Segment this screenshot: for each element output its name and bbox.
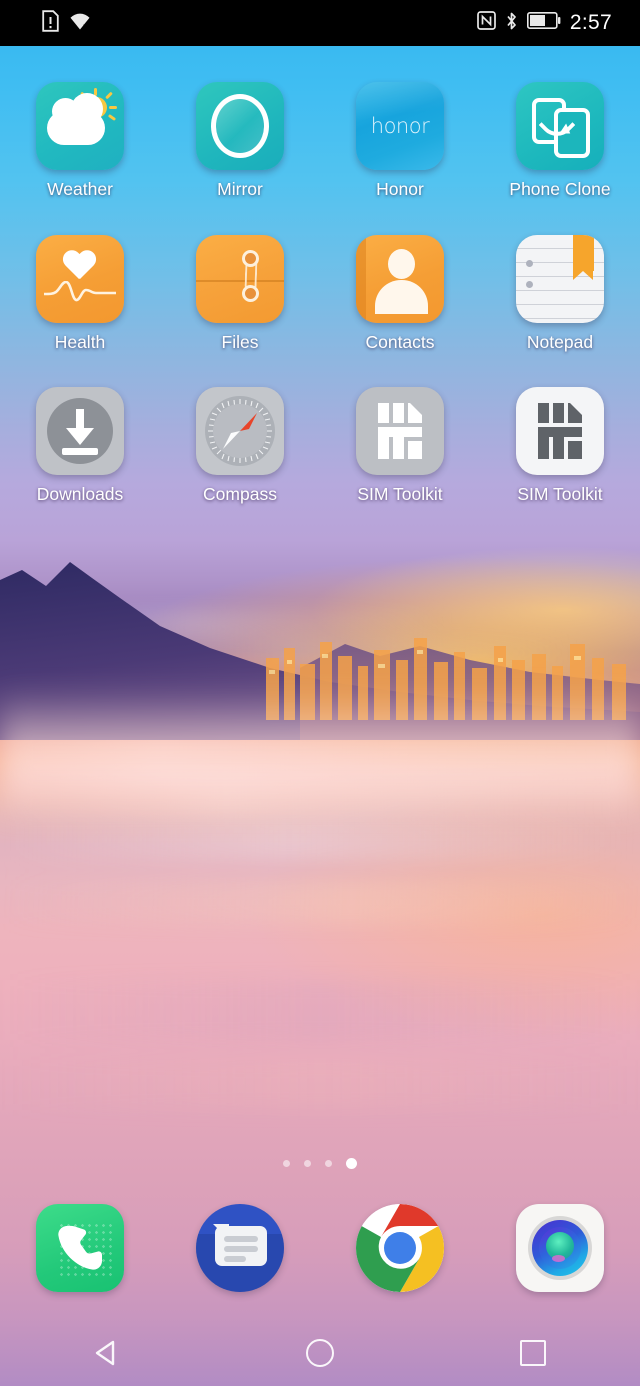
app-row-3: Downloads Compass SIM Toolkit SIM Toolki…	[0, 351, 640, 504]
mirror-ring	[211, 94, 269, 158]
app-health[interactable]: Health	[0, 199, 160, 352]
honor-icon[interactable]: honor	[356, 82, 444, 170]
bluetooth-icon	[505, 11, 518, 36]
compass-icon[interactable]	[196, 387, 284, 475]
app-label: SIM Toolkit	[357, 484, 443, 504]
sim-toolkit-icon[interactable]	[356, 387, 444, 475]
health-icon[interactable]	[36, 234, 124, 323]
messages-text-line	[224, 1246, 258, 1252]
page-dot-1[interactable]	[283, 1160, 290, 1167]
app-weather[interactable]: Weather	[0, 46, 160, 199]
sim-toolkit-icon[interactable]	[516, 387, 604, 475]
app-label: SIM Toolkit	[517, 484, 603, 504]
weather-cloud	[47, 93, 105, 145]
nfc-icon	[477, 11, 496, 35]
sim-card-alert-icon	[42, 9, 59, 37]
status-bar-right-icons: 2:57	[477, 11, 612, 36]
phone-icon[interactable]	[36, 1204, 124, 1292]
wifi-icon	[69, 11, 91, 36]
app-label: Health	[54, 331, 106, 352]
app-row-2: Health Files Contacts Notepad	[0, 199, 640, 352]
contacts-icon[interactable]	[356, 234, 444, 323]
dock-item-messages[interactable]	[160, 1196, 320, 1300]
sim-chip-glyph	[538, 403, 582, 459]
weather-ray	[109, 106, 117, 109]
health-heart	[62, 251, 96, 281]
app-label: Honor	[376, 179, 424, 199]
dock-item-phone[interactable]	[0, 1196, 160, 1300]
downloads-arrow-head	[66, 428, 94, 445]
status-bar: 2:57	[0, 0, 640, 46]
page-dot-4-active[interactable]	[346, 1158, 357, 1169]
recents-square-icon	[520, 1340, 547, 1366]
status-bar-left-icons	[42, 9, 91, 37]
notepad-margin-dot	[526, 259, 533, 267]
contacts-person-head	[388, 248, 415, 279]
app-label: Notepad	[526, 331, 594, 352]
app-label: Files	[221, 331, 259, 352]
app-label: Weather	[47, 179, 113, 199]
downloads-baseline	[62, 448, 98, 455]
app-label: Compass	[203, 484, 277, 504]
app-label: Phone Clone	[509, 179, 611, 199]
page-indicator[interactable]	[0, 1158, 640, 1169]
chrome-glyph	[356, 1204, 444, 1292]
weather-icon[interactable]	[36, 82, 124, 170]
dock-item-camera[interactable]	[480, 1196, 640, 1300]
camera-icon[interactable]	[516, 1204, 604, 1292]
downloads-icon[interactable]	[36, 387, 124, 475]
files-fold-line	[196, 279, 284, 282]
messages-icon[interactable]	[196, 1204, 284, 1292]
files-button-top	[242, 249, 259, 267]
wallpaper-mist-band	[0, 690, 640, 810]
app-compass[interactable]: Compass	[160, 351, 320, 504]
page-dot-2[interactable]	[304, 1160, 311, 1167]
home-circle-icon	[305, 1339, 334, 1367]
app-mirror[interactable]: Mirror	[160, 46, 320, 199]
app-label: Contacts	[365, 331, 435, 352]
files-button-bottom	[242, 284, 259, 302]
battery-icon	[526, 12, 561, 34]
sim-chip-glyph	[378, 403, 422, 459]
status-bar-clock: 2:57	[569, 11, 612, 34]
nav-recents-button[interactable]	[427, 1320, 640, 1386]
dock-item-chrome[interactable]	[320, 1196, 480, 1300]
health-ecg-line	[44, 280, 116, 301]
dock	[0, 1196, 640, 1300]
phone-handset-glyph	[58, 1225, 102, 1270]
app-label: Downloads	[36, 484, 124, 504]
chrome-icon[interactable]	[356, 1204, 444, 1292]
phone-clone-icon[interactable]	[516, 82, 604, 170]
messages-text-line	[224, 1256, 246, 1262]
nav-home-button[interactable]	[213, 1320, 426, 1386]
nav-back-button[interactable]	[0, 1320, 213, 1386]
back-triangle-icon	[95, 1340, 114, 1366]
messages-text-line	[224, 1236, 258, 1242]
compass-needle	[223, 413, 257, 449]
page-dot-3[interactable]	[325, 1160, 332, 1167]
weather-ray	[105, 91, 113, 100]
notepad-icon[interactable]	[516, 234, 604, 323]
app-downloads[interactable]: Downloads	[0, 351, 160, 504]
app-sim-toolkit-1[interactable]: SIM Toolkit	[320, 351, 480, 504]
contacts-spine	[356, 234, 366, 323]
notepad-bookmark	[573, 234, 594, 280]
app-phone-clone[interactable]: Phone Clone	[480, 46, 640, 199]
weather-ray	[107, 113, 117, 122]
app-notepad[interactable]: Notepad	[480, 199, 640, 352]
navigation-bar	[0, 1320, 640, 1386]
mirror-icon[interactable]	[196, 82, 284, 170]
notepad-margin-dot	[526, 280, 533, 288]
camera-lens-flare	[552, 1255, 565, 1262]
app-row-1: Weather Mirror honor Honor Phone Clone	[0, 46, 640, 199]
app-sim-toolkit-2[interactable]: SIM Toolkit	[480, 351, 640, 504]
files-icon[interactable]	[196, 234, 284, 323]
app-grid: Weather Mirror honor Honor Phone Clone H…	[0, 46, 640, 504]
honor-wordmark: honor	[370, 114, 430, 138]
app-label: Mirror	[217, 179, 263, 199]
contacts-person-body	[375, 279, 428, 314]
app-honor[interactable]: honor Honor	[320, 46, 480, 199]
app-contacts[interactable]: Contacts	[320, 199, 480, 352]
app-files[interactable]: Files	[160, 199, 320, 352]
